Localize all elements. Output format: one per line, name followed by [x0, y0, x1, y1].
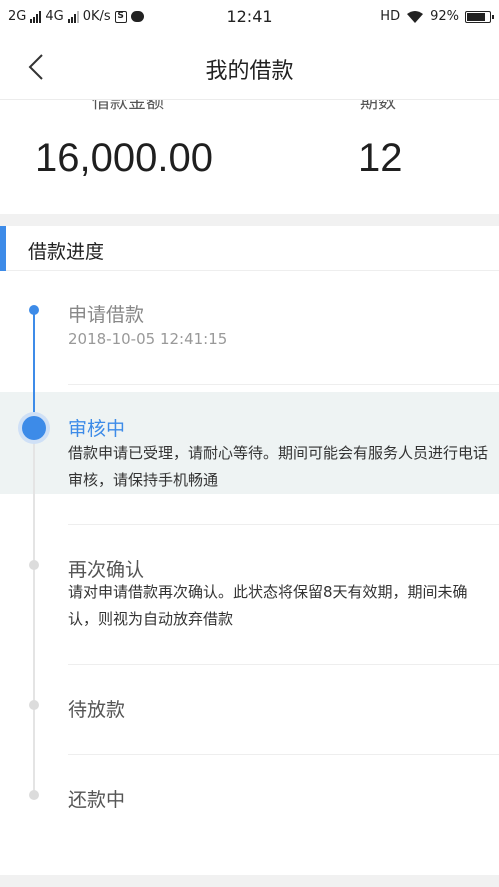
page-title: 我的借款	[205, 59, 294, 84]
nav-header: 我的借款	[0, 34, 499, 100]
step-title: 申请借款	[68, 304, 145, 326]
amount-value: 16,000.00	[35, 136, 213, 180]
timeline-line-pending	[33, 428, 35, 796]
step-dot-pending	[29, 790, 39, 800]
bottom-separator	[0, 875, 499, 887]
progress-section-header: 借款进度	[0, 226, 499, 271]
periods-label: 期数	[360, 100, 396, 113]
step-divider	[68, 754, 499, 755]
amount-label: 借款金额	[92, 100, 164, 113]
step-dot-done	[29, 305, 39, 315]
step-timestamp: 2018-10-05 12:41:15	[68, 330, 228, 348]
step-title: 待放款	[68, 699, 126, 721]
step-divider	[68, 524, 499, 525]
loan-summary: 借款金额 16,000.00 期数 12	[0, 100, 499, 214]
battery-percent: 92%	[430, 9, 459, 24]
periods-value: 12	[358, 136, 403, 180]
step-dot-pending	[29, 700, 39, 710]
step-description: 借款申请已受理，请耐心等待。期间可能会有服务人员进行电话审核，请保持手机畅通	[68, 444, 489, 489]
step-title: 审核中	[68, 418, 126, 440]
step-dot-pending	[29, 560, 39, 570]
wifi-icon	[407, 10, 424, 23]
step-dot-current	[22, 416, 46, 440]
step-title: 还款中	[68, 789, 126, 811]
status-bar: 2G 4G 0K/s S 12:41 HD 92%	[0, 0, 499, 34]
hd-label: HD	[380, 9, 401, 24]
timeline-line-completed	[33, 310, 35, 428]
section-accent-bar	[0, 226, 6, 271]
section-title: 借款进度	[28, 241, 105, 263]
step-divider	[68, 664, 499, 665]
step-divider	[68, 384, 499, 385]
battery-icon	[465, 10, 494, 23]
step-description: 请对申请借款再次确认。此状态将保留8天有效期，期间未确认，则视为自动放弃借款	[68, 583, 468, 628]
section-separator	[0, 214, 499, 226]
battery-fill	[467, 12, 486, 21]
step-title: 再次确认	[68, 559, 145, 581]
